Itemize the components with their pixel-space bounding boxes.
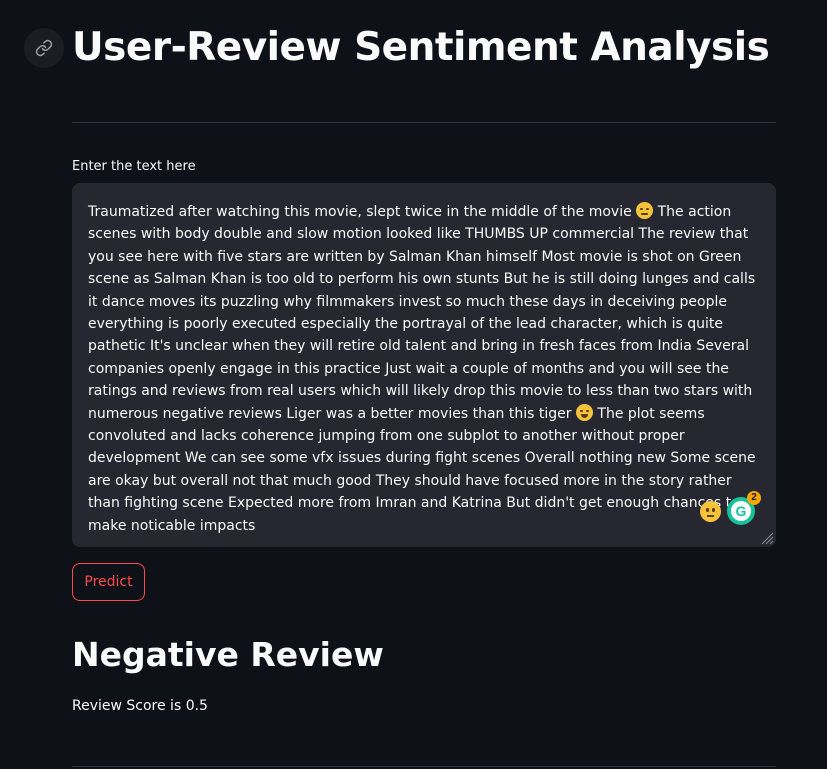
review-textarea[interactable]: Traumatized after watching this movie, s… <box>72 183 776 547</box>
review-text-part-1: Traumatized after watching this movie, s… <box>88 204 632 220</box>
input-label: Enter the text here <box>72 159 196 174</box>
rolling-on-floor-laughing-icon <box>575 403 593 421</box>
review-score-text: Review Score is 0.5 <box>72 698 208 714</box>
predict-button[interactable]: Predict <box>72 563 145 601</box>
page-title: User-Review Sentiment Analysis <box>72 25 770 70</box>
review-text-part-3: The plot seems convoluted and lacks cohe… <box>88 405 756 534</box>
slightly-frowning-face-icon[interactable] <box>700 501 721 522</box>
review-text[interactable]: Traumatized after watching this movie, s… <box>88 201 760 537</box>
grammarly-icon[interactable]: G 2 <box>727 491 761 525</box>
link-icon[interactable] <box>24 28 64 68</box>
divider-top <box>72 122 776 123</box>
review-text-part-2: The action scenes with body double and s… <box>88 204 756 422</box>
grammarly-badge: 2 <box>747 491 761 505</box>
divider-bottom <box>72 766 776 767</box>
disappointed-face-icon <box>636 202 654 219</box>
app-page: User-Review Sentiment Analysis Enter the… <box>0 0 827 769</box>
resize-handle-icon[interactable] <box>760 531 774 545</box>
grammarly-glyph: G <box>731 501 751 521</box>
result-heading: Negative Review <box>72 635 384 674</box>
